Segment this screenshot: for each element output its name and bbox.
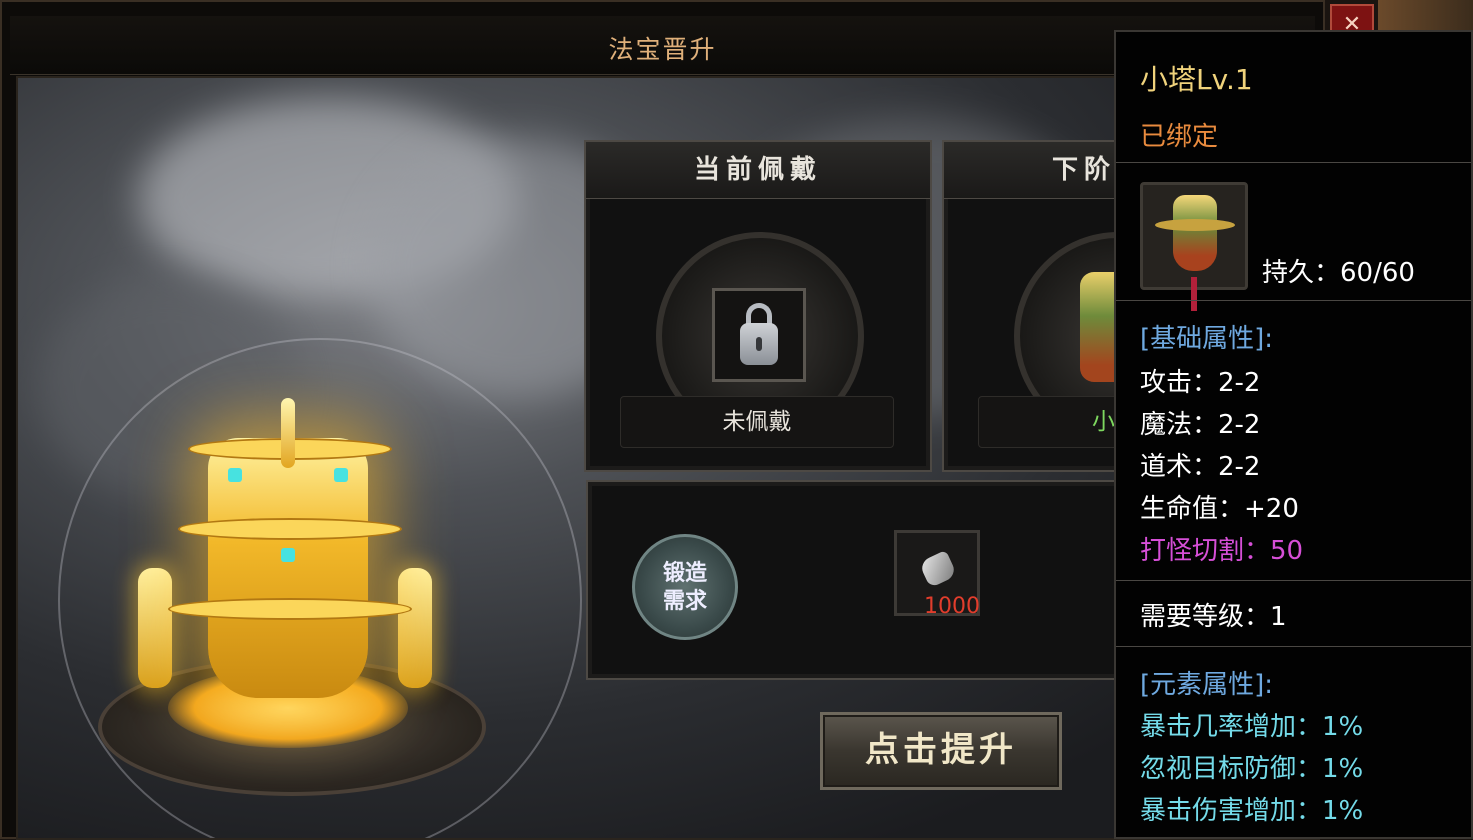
left-pillar: [138, 568, 172, 688]
tooltip-bind-status: 已绑定: [1140, 122, 1219, 152]
pagoda-gem: [281, 548, 295, 562]
tooltip-stat: 生命值：+20: [1140, 494, 1299, 524]
separator: [1116, 300, 1471, 301]
tooltip-stat: 道术：2-2: [1140, 452, 1261, 482]
separator: [1116, 580, 1471, 581]
pagoda-tier: [168, 598, 412, 620]
pagoda-tier: [178, 518, 402, 540]
current-equipped-panel: 当前佩戴 未佩戴: [584, 140, 932, 472]
tooltip-special-stat: 打怪切割：50: [1140, 536, 1304, 566]
tooltip-element-stat: 暴击几率增加：1%: [1140, 712, 1364, 742]
pagoda-gem: [228, 468, 242, 482]
upgrade-button[interactable]: 点击提升: [820, 712, 1062, 790]
tooltip-stat: 魔法：2-2: [1140, 410, 1261, 440]
pagoda-gem: [334, 468, 348, 482]
tooltip-base-header: [基础属性]:: [1140, 324, 1274, 354]
pagoda-spire: [281, 398, 295, 468]
tooltip-element-stat: 暴击伤害增加：1%: [1140, 796, 1364, 826]
tooltip-required-level: 需要等级：1: [1140, 602, 1287, 632]
slot-frame: [712, 288, 806, 382]
current-panel-header: 当前佩戴: [586, 142, 930, 199]
tooltip-element-stat: 忽视目标防御：1%: [1140, 754, 1364, 784]
separator: [1116, 162, 1471, 163]
pagoda-icon: [1140, 182, 1248, 311]
forge-badge-line1: 锻造: [662, 560, 707, 586]
forge-badge: 锻造 需求: [632, 534, 738, 640]
material-count: 1000: [924, 594, 980, 619]
tooltip-element-header: [元素属性]:: [1140, 670, 1274, 700]
forge-badge-line2: 需求: [662, 588, 707, 614]
current-item-name: 未佩戴: [620, 396, 894, 448]
item-tooltip: 小塔Lv.1 已绑定 持久：60/60 [基础属性]: 攻击：2-2 魔法：2-…: [1114, 30, 1473, 839]
ore-icon: [918, 549, 958, 589]
golden-pagoda-artifact: [78, 318, 498, 838]
tooltip-durability: 持久：60/60: [1262, 258, 1415, 288]
tooltip-item-name: 小塔Lv.1: [1140, 63, 1253, 96]
tooltip-stat: 攻击：2-2: [1140, 368, 1261, 398]
separator: [1116, 646, 1471, 647]
right-pillar: [398, 568, 432, 688]
background-strip: [1378, 0, 1473, 30]
